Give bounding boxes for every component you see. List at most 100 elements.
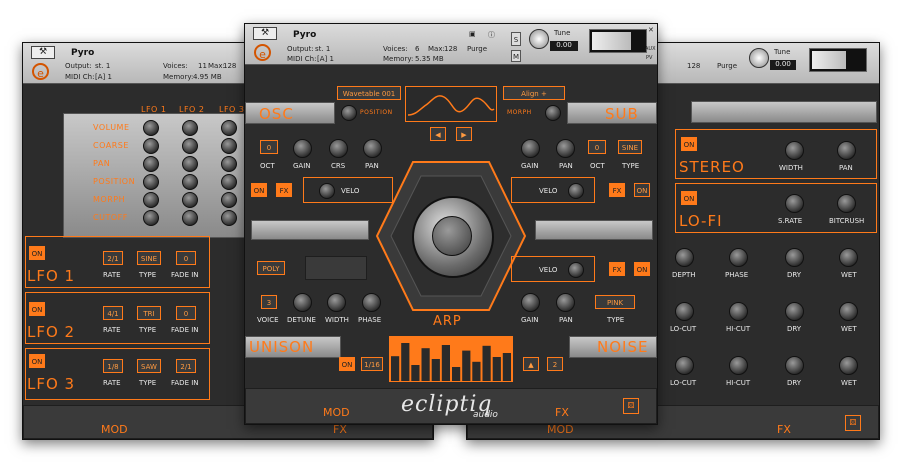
- arp-step-bar[interactable]: [431, 359, 440, 381]
- stereo-width-knob[interactable]: [785, 141, 804, 160]
- noise-pan-knob[interactable]: [556, 293, 575, 312]
- mod-knob[interactable]: [182, 120, 198, 136]
- footer-fx-tab[interactable]: FX: [555, 406, 569, 419]
- lfo3-on-toggle[interactable]: ON: [29, 354, 45, 368]
- sub-pan-knob[interactable]: [556, 139, 575, 158]
- arp-step-bar[interactable]: [482, 345, 491, 381]
- wet-knob[interactable]: [839, 356, 858, 375]
- mod-knob[interactable]: [221, 120, 237, 136]
- wrench-icon[interactable]: ⚒: [31, 46, 55, 59]
- purge-button[interactable]: Purge: [717, 62, 737, 70]
- osc-crs-knob[interactable]: [329, 139, 348, 158]
- arp-step-display[interactable]: [389, 336, 513, 382]
- lfo2-fade[interactable]: 0: [176, 306, 196, 320]
- wet-knob[interactable]: [839, 248, 858, 267]
- dice-icon[interactable]: ⚄: [845, 415, 861, 431]
- arp-rate[interactable]: 1/16: [361, 357, 383, 371]
- arp-step-bar[interactable]: [492, 357, 501, 381]
- lfo2-on-toggle[interactable]: ON: [29, 302, 45, 316]
- lfo2-rate[interactable]: 4/1: [103, 306, 123, 320]
- osc-gain-knob[interactable]: [293, 139, 312, 158]
- osc-velo-knob[interactable]: [319, 183, 335, 199]
- tune-knob[interactable]: [749, 48, 769, 68]
- tune-knob[interactable]: [529, 29, 549, 49]
- lfo3-fade[interactable]: 2/1: [176, 359, 196, 373]
- stereo-on-toggle[interactable]: ON: [681, 137, 697, 151]
- wrench-icon[interactable]: ⚒: [253, 27, 277, 40]
- midi-value[interactable]: [A] 1: [95, 73, 112, 81]
- mod-knob[interactable]: [182, 192, 198, 208]
- lfo1-fade[interactable]: 0: [176, 251, 196, 265]
- instrument-name[interactable]: Pyro: [71, 48, 94, 58]
- sub-oct-value[interactable]: 0: [588, 140, 606, 154]
- footer-mod-tab[interactable]: MOD: [323, 406, 350, 419]
- phase-knob[interactable]: [729, 248, 748, 267]
- prev-wave-button[interactable]: ◀: [430, 127, 446, 141]
- sub-type-value[interactable]: SINE: [618, 140, 642, 154]
- instrument-name[interactable]: Pyro: [293, 30, 316, 40]
- lfo1-rate[interactable]: 2/1: [103, 251, 123, 265]
- output-value[interactable]: st. 1: [315, 45, 330, 53]
- unison-voice-value[interactable]: 3: [261, 295, 277, 309]
- noise-velo-knob[interactable]: [568, 262, 584, 278]
- osc-oct-value[interactable]: 0: [260, 140, 278, 154]
- mod-knob[interactable]: [182, 210, 198, 226]
- lofi-srate-knob[interactable]: [785, 194, 804, 213]
- info-icon[interactable]: ⓘ: [488, 30, 495, 40]
- mute-button[interactable]: M: [511, 50, 521, 62]
- mod-knob[interactable]: [221, 210, 237, 226]
- pv-label[interactable]: PV: [646, 55, 652, 61]
- arp-step-bar[interactable]: [502, 353, 511, 381]
- osc-on-toggle[interactable]: ON: [251, 183, 267, 197]
- poly-button[interactable]: POLY: [257, 261, 285, 275]
- close-icon[interactable]: ✕: [648, 26, 654, 34]
- footer-mod-tab[interactable]: MOD: [101, 423, 128, 436]
- morph-knob[interactable]: [545, 105, 561, 121]
- aux-label[interactable]: AUX: [645, 46, 656, 52]
- next-wave-button[interactable]: ▶: [456, 127, 472, 141]
- lfo1-type[interactable]: SINE: [137, 251, 161, 265]
- mod-knob[interactable]: [182, 174, 198, 190]
- mod-knob[interactable]: [143, 192, 159, 208]
- wet-knob[interactable]: [839, 302, 858, 321]
- mod-knob[interactable]: [143, 210, 159, 226]
- dry-knob[interactable]: [785, 356, 804, 375]
- dry-knob[interactable]: [785, 302, 804, 321]
- arp-step-bar[interactable]: [411, 365, 420, 381]
- sub-on-toggle[interactable]: ON: [634, 183, 650, 197]
- dry-knob[interactable]: [785, 248, 804, 267]
- mod-knob[interactable]: [221, 174, 237, 190]
- mod-knob[interactable]: [182, 138, 198, 154]
- mod-knob[interactable]: [143, 156, 159, 172]
- noise-gain-knob[interactable]: [521, 293, 540, 312]
- mod-knob[interactable]: [143, 138, 159, 154]
- unison-phase-knob[interactable]: [362, 293, 381, 312]
- sub-fx-toggle[interactable]: FX: [609, 183, 625, 197]
- camera-icon[interactable]: ▣: [469, 30, 476, 38]
- purge-button[interactable]: Purge: [467, 45, 487, 53]
- hicut-knob[interactable]: [729, 356, 748, 375]
- sub-velo-knob[interactable]: [568, 183, 584, 199]
- midi-value[interactable]: [A] 1: [317, 55, 334, 63]
- hicut-knob[interactable]: [729, 302, 748, 321]
- depth-knob[interactable]: [675, 248, 694, 267]
- locut-knob[interactable]: [675, 356, 694, 375]
- output-value[interactable]: st. 1: [95, 62, 110, 70]
- morph-select[interactable]: Align +: [503, 86, 565, 100]
- locut-knob[interactable]: [675, 302, 694, 321]
- mod-knob[interactable]: [221, 156, 237, 172]
- arp-step-bar[interactable]: [401, 343, 410, 381]
- mod-knob[interactable]: [143, 174, 159, 190]
- arp-on-toggle[interactable]: ON: [339, 357, 355, 371]
- tune-value[interactable]: 0.00: [770, 60, 796, 70]
- noise-on-toggle[interactable]: ON: [634, 262, 650, 276]
- tune-value[interactable]: 0.00: [550, 41, 578, 51]
- lfo3-rate[interactable]: 1/8: [103, 359, 123, 373]
- arp-step-bar[interactable]: [452, 367, 461, 381]
- mod-knob[interactable]: [182, 156, 198, 172]
- lfo3-type[interactable]: SAW: [137, 359, 161, 373]
- unison-detune-knob[interactable]: [293, 293, 312, 312]
- unison-width-knob[interactable]: [327, 293, 346, 312]
- position-knob[interactable]: [341, 105, 357, 121]
- noise-fx-toggle[interactable]: FX: [609, 262, 625, 276]
